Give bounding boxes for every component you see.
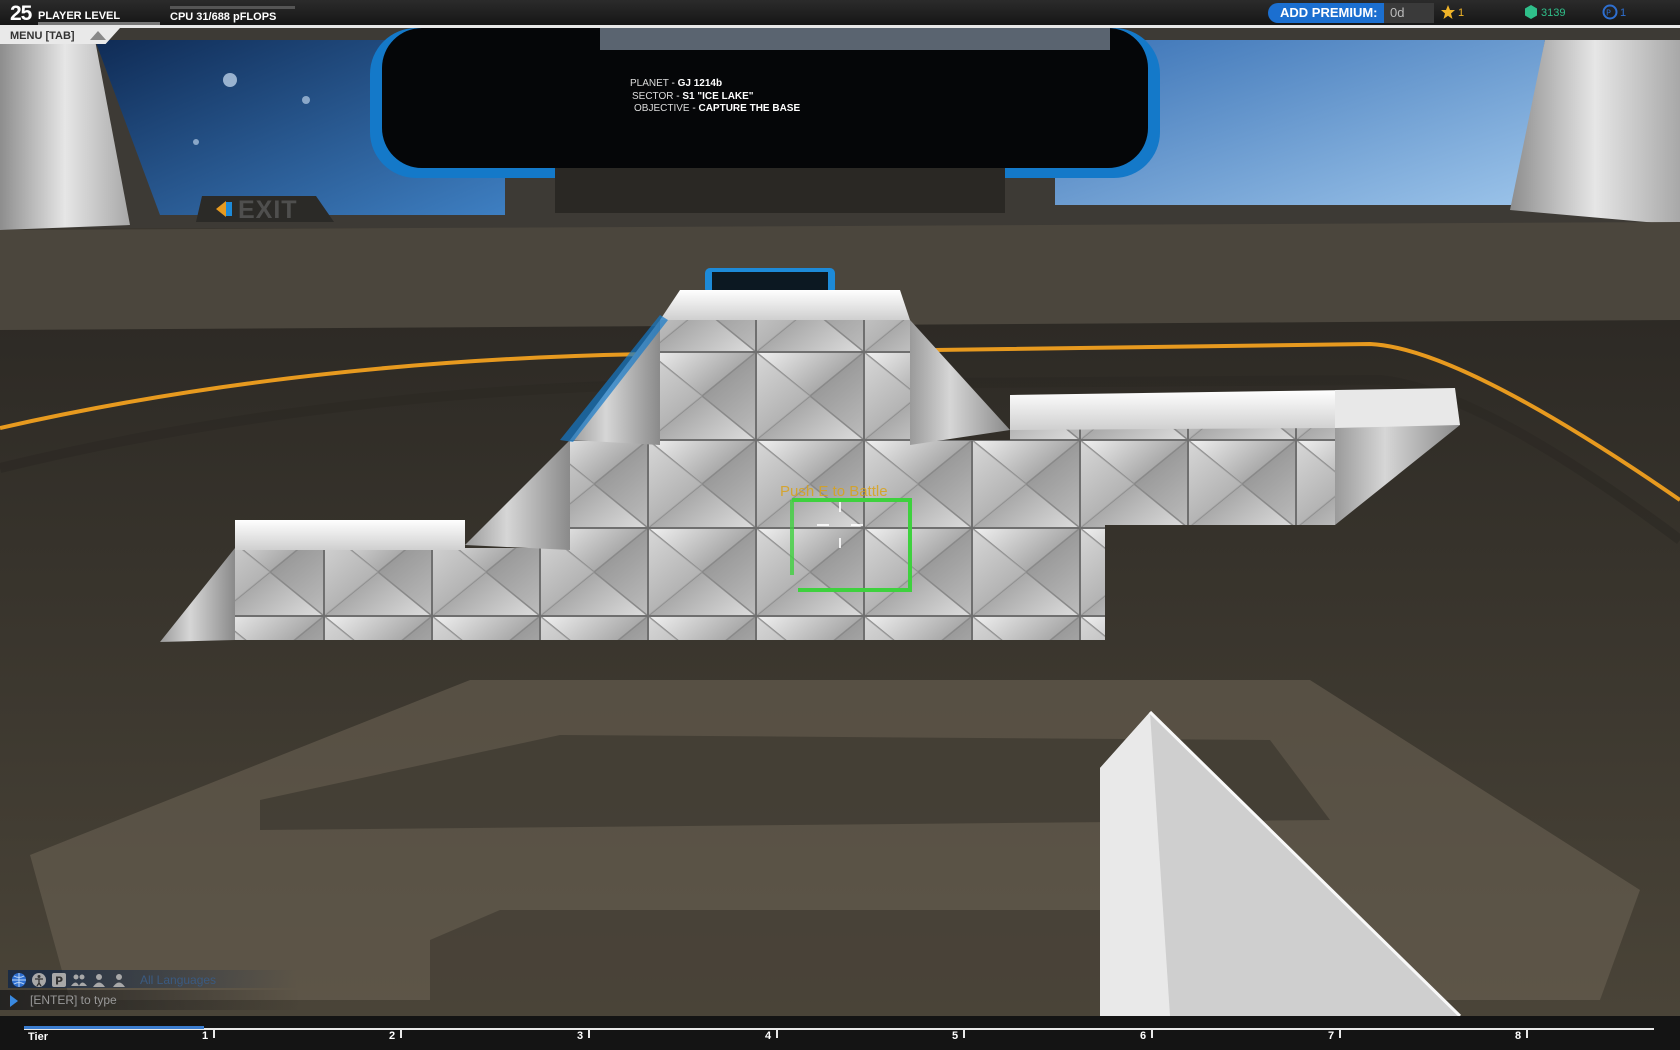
player-level-value: 25	[10, 2, 32, 25]
robits-count: 3139	[1541, 7, 1566, 19]
player-xp-bar	[38, 22, 160, 25]
exit-label: EXIT	[238, 196, 298, 224]
mission-info: PLANET - GJ 1214b SECTOR - S1 "ICE LAKE"…	[630, 78, 800, 116]
tier-tick	[963, 1029, 965, 1038]
player-level-label: PLAYER LEVEL	[38, 10, 121, 22]
globe-icon[interactable]	[11, 972, 27, 988]
tier-tick	[776, 1029, 778, 1038]
tier-number: 5	[952, 1030, 959, 1042]
tier-tick	[588, 1029, 590, 1038]
chevron-up-icon	[90, 31, 106, 40]
tier-number: 8	[1515, 1030, 1522, 1042]
star-icon	[1441, 5, 1455, 19]
tier-tick	[1151, 1029, 1153, 1038]
tier-number: 7	[1328, 1030, 1335, 1042]
svg-text:P: P	[1606, 9, 1611, 18]
tier-number: 2	[389, 1030, 396, 1042]
tier-track	[24, 1028, 1654, 1030]
mission-sector-row: SECTOR - S1 "ICE LAKE"	[632, 90, 754, 102]
premium-days-field: 0d	[1384, 3, 1434, 23]
tier-tick	[1339, 1029, 1341, 1038]
svg-text:P: P	[55, 975, 63, 988]
add-premium-button[interactable]: ADD PREMIUM:	[1268, 3, 1385, 23]
planet-key: PLANET	[630, 78, 669, 89]
tier-tick	[1526, 1029, 1528, 1038]
battle-prompt: Push E to Battle	[780, 483, 888, 500]
chat-language-label[interactable]: All Languages	[140, 973, 216, 987]
tier-number: 4	[765, 1030, 772, 1042]
tier-tick	[213, 1029, 215, 1038]
top-hud-bar: 25 PLAYER LEVEL CPU 31/688 pFLOPS ADD PR…	[0, 0, 1680, 28]
tier-number: 1	[202, 1030, 209, 1042]
planet-value: GJ 1214b	[677, 78, 723, 89]
chat-input[interactable]: [ENTER] to type	[30, 992, 280, 1008]
tier-number: 3	[577, 1030, 584, 1042]
tier-number: 6	[1140, 1030, 1147, 1042]
mission-planet-row: PLANET - GJ 1214b	[630, 78, 723, 89]
person-icon[interactable]	[111, 972, 127, 988]
sector-key: SECTOR	[632, 90, 674, 102]
chat-prompt-arrow-icon	[10, 995, 18, 1007]
cpu-bar	[170, 6, 295, 9]
tier-progress-bar	[0, 1016, 1680, 1050]
tier-label: Tier	[28, 1031, 48, 1043]
tech-points-icon: P	[1602, 4, 1618, 20]
objective-value: CAPTURE THE BASE	[698, 103, 801, 114]
crosshair-icon	[817, 502, 863, 548]
tech-points-count: 1	[1620, 7, 1627, 19]
mission-objective-row: OBJECTIVE - CAPTURE THE BASE	[634, 103, 801, 114]
robits-icon	[1525, 5, 1537, 19]
sector-value: S1 "ICE LAKE"	[682, 90, 754, 102]
cpu-label: CPU 31/688 pFLOPS	[170, 11, 277, 23]
accessibility-icon[interactable]	[31, 972, 47, 988]
stars-count: 1	[1458, 7, 1465, 19]
clan-icon[interactable]	[71, 972, 87, 988]
menu-tab-button[interactable]: MENU [TAB]	[0, 28, 120, 44]
friends-icon[interactable]	[91, 972, 107, 988]
tier-progress-fill	[24, 1026, 204, 1029]
party-icon[interactable]: P	[51, 972, 67, 988]
menu-tab-label: MENU [TAB]	[10, 30, 75, 42]
objective-key: OBJECTIVE	[634, 103, 690, 114]
tier-tick	[400, 1029, 402, 1038]
